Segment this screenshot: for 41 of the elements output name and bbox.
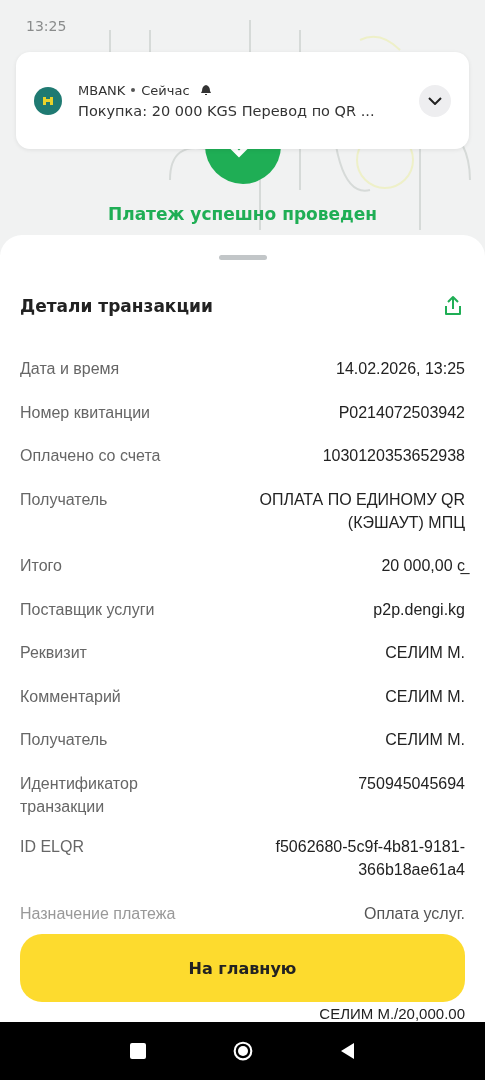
drag-handle[interactable] <box>218 255 267 260</box>
detail-value: Оплата услуг. <box>364 903 466 924</box>
detail-value: ОПЛАТА ПО ЕДИНОМУ QR (КЭШАУТ) МПЦ <box>258 489 466 533</box>
detail-value: p2p.dengi.kg <box>373 599 466 620</box>
app-logo-icon <box>34 86 62 115</box>
status-time: 13:25 <box>26 18 67 34</box>
expand-button[interactable] <box>419 84 451 117</box>
detail-value: СЕЛИМ М. <box>385 643 466 663</box>
detail-value: f5062680-5c9f-4b81-9181-366b18ae61a4 <box>274 837 466 880</box>
detail-value: СЕЛИМ М. <box>385 686 466 707</box>
notification-text: Покупка: 20 000 KGS Перевод по QR ... <box>78 102 376 119</box>
detail-label: Идентификатор транзакции <box>20 773 139 817</box>
detail-value: СЕЛИМ М. <box>385 730 466 750</box>
detail-label: ID ELQR <box>20 837 84 857</box>
detail-value: СЕЛИМ М./20,000.00 <box>319 1005 466 1022</box>
detail-label: Итого <box>20 556 62 576</box>
notification-app: MBANK <box>78 82 126 98</box>
detail-label: Номер квитанции <box>20 402 151 423</box>
home-icon[interactable] <box>232 1041 253 1061</box>
detail-label: Получатель <box>20 730 108 750</box>
detail-label: Дата и время <box>20 359 120 379</box>
separator-dot-icon <box>131 88 136 92</box>
notification-card[interactable]: MBANK Сейчас Покупка: 20 000 KGS Перевод по QR ... <box>16 52 469 149</box>
detail-label: Реквизит <box>20 643 87 663</box>
chevron-down-icon <box>428 96 442 105</box>
detail-label: Комментарий <box>20 686 121 707</box>
detail-label: Поставщик услуги <box>20 599 155 620</box>
detail-value: 14.02.2026, 13:25 <box>336 359 466 379</box>
detail-label: Назначение платежа <box>20 903 176 924</box>
detail-value: P0214072503942 <box>338 402 466 423</box>
notification-time: Сейчас <box>141 82 190 98</box>
bell-icon <box>199 84 212 96</box>
home-button[interactable]: На главную <box>20 934 465 1002</box>
detail-value: 750945045694 <box>358 773 466 794</box>
detail-label: Оплачено со счета <box>20 446 161 466</box>
recents-icon[interactable] <box>127 1041 148 1061</box>
detail-value: 20 000,00 с̲ <box>381 554 468 580</box>
details-title: Детали транзакции <box>20 296 213 316</box>
detail-label: Получатель <box>20 489 108 510</box>
detail-value: 1030120353652938 <box>322 446 466 466</box>
success-title: Платеж успешно проведен <box>107 204 378 224</box>
